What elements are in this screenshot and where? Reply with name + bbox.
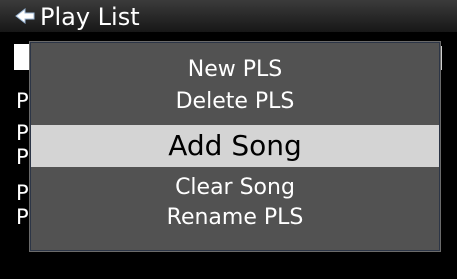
window-title: Play List bbox=[40, 3, 140, 31]
title-bar: Play List bbox=[0, 0, 457, 32]
menu-item-rename-pls[interactable]: Rename PLS bbox=[31, 203, 439, 233]
menu-item-delete-pls[interactable]: Delete PLS bbox=[31, 87, 439, 117]
playlist-options-menu: New PLS Delete PLS Add Song Clear Song R… bbox=[30, 42, 440, 251]
menu-item-new-pls[interactable]: New PLS bbox=[31, 55, 439, 85]
menu-item-add-song[interactable]: Add Song bbox=[31, 125, 439, 167]
menu-item-clear-song[interactable]: Clear Song bbox=[31, 173, 439, 203]
music-note-icon bbox=[15, 7, 35, 25]
scrollbar[interactable] bbox=[440, 46, 442, 70]
